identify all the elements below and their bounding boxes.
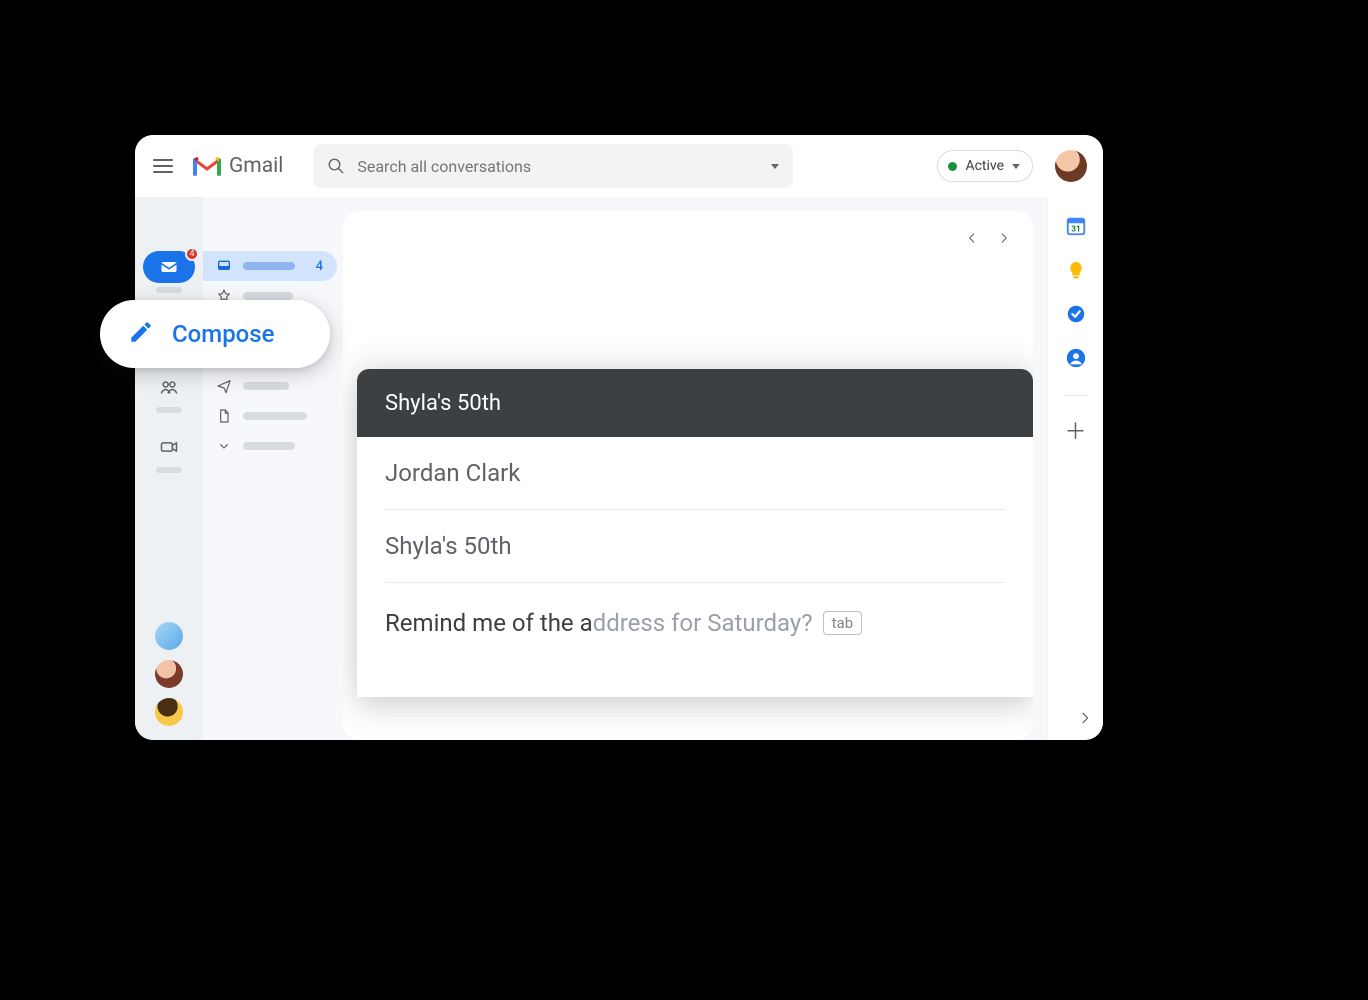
contacts-app-icon[interactable] — [1065, 347, 1087, 369]
status-active-dot-icon — [948, 162, 957, 171]
status-label: Active — [965, 158, 1004, 174]
chevron-right-icon — [997, 231, 1011, 245]
main-menu-button[interactable] — [151, 154, 175, 178]
app-rail: 4 — [135, 197, 203, 740]
drafts-icon — [215, 407, 233, 425]
next-button[interactable] — [997, 229, 1011, 250]
side-panel: 31 ＋ — [1047, 197, 1103, 740]
rail-mail[interactable]: 4 — [153, 251, 185, 293]
folder-sidebar: 4 — [203, 197, 343, 740]
compose-button[interactable]: Compose — [100, 300, 330, 368]
contact-avatar[interactable] — [155, 698, 183, 726]
spaces-icon — [159, 377, 179, 397]
account-avatar[interactable] — [1055, 150, 1087, 182]
compose-body-typed: Remind me of the a — [385, 609, 593, 637]
chevron-left-icon — [965, 231, 979, 245]
header-bar: Gmail Active — [135, 135, 1103, 197]
compose-button-label: Compose — [172, 320, 275, 348]
content-canvas: Shyla's 50th Jordan Clark Shyla's 50th R… — [343, 211, 1033, 740]
search-options-caret-icon[interactable] — [771, 164, 779, 169]
search-bar[interactable] — [313, 144, 793, 188]
tasks-app-icon[interactable] — [1065, 303, 1087, 325]
add-addon-button[interactable]: ＋ — [1064, 422, 1086, 444]
gmail-logo[interactable]: Gmail — [193, 154, 283, 178]
prev-button[interactable] — [965, 229, 979, 250]
rail-chat-contacts — [155, 622, 183, 726]
folder-drafts[interactable] — [203, 401, 337, 431]
compose-subject-field[interactable]: Shyla's 50th — [385, 510, 1005, 583]
status-caret-icon — [1012, 164, 1020, 169]
contact-avatar[interactable] — [155, 622, 183, 650]
svg-text:31: 31 — [1071, 225, 1080, 235]
folder-more[interactable] — [203, 431, 337, 461]
status-chip[interactable]: Active — [937, 150, 1033, 182]
main-area: Shyla's 50th Jordan Clark Shyla's 50th R… — [343, 197, 1047, 740]
mail-icon — [159, 257, 179, 277]
compose-body-suggestion: ddress for Saturday? — [593, 609, 813, 637]
calendar-app-icon[interactable]: 31 — [1065, 215, 1087, 237]
chevron-right-icon — [1077, 710, 1093, 726]
gmail-logo-icon — [193, 156, 221, 176]
pencil-icon — [128, 319, 154, 349]
inbox-count: 4 — [316, 259, 323, 274]
compose-to-field[interactable]: Jordan Clark — [385, 437, 1005, 510]
mail-badge: 4 — [185, 247, 199, 261]
search-input[interactable] — [357, 157, 759, 176]
compose-body-field[interactable]: Remind me of the address for Saturday? t… — [385, 583, 1005, 697]
gmail-window: Gmail Active 4 — [135, 135, 1103, 740]
compose-window-title[interactable]: Shyla's 50th — [357, 369, 1033, 437]
gmail-logo-text: Gmail — [229, 154, 283, 178]
meet-icon — [159, 437, 179, 457]
rail-meet[interactable] — [153, 431, 185, 473]
search-icon — [327, 157, 345, 175]
folder-inbox[interactable]: 4 — [203, 251, 337, 281]
tab-key-hint: tab — [823, 611, 863, 635]
folder-sent[interactable] — [203, 371, 337, 401]
sent-icon — [215, 377, 233, 395]
inbox-icon — [215, 257, 233, 275]
rail-spaces[interactable] — [153, 371, 185, 413]
chevron-down-icon — [215, 437, 233, 455]
keep-app-icon[interactable] — [1065, 259, 1087, 281]
collapse-sidepanel-button[interactable] — [1077, 710, 1093, 730]
compose-window: Shyla's 50th Jordan Clark Shyla's 50th R… — [357, 369, 1033, 697]
contact-avatar[interactable] — [155, 660, 183, 688]
